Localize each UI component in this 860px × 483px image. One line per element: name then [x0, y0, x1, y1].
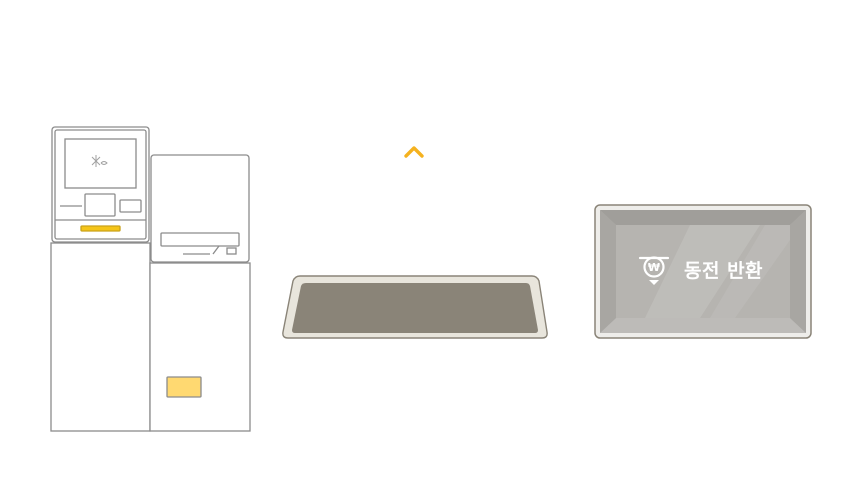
chevron-up-icon	[404, 146, 424, 158]
kiosk-printer-slot	[160, 232, 240, 247]
coin-return-label: 동전 반환	[684, 260, 763, 282]
kiosk-left-cabinet	[50, 242, 151, 432]
kiosk-screen	[64, 138, 137, 189]
kiosk-machine	[50, 126, 251, 432]
kiosk-receipt-slot	[119, 199, 142, 213]
kiosk-keypad	[84, 193, 116, 217]
coin-return-panel[interactable]: ₩ 동전 반환	[594, 204, 812, 339]
coin-tray	[282, 275, 548, 339]
kiosk-card-reader-highlight	[80, 225, 121, 232]
kiosk-right-cabinet	[149, 262, 251, 432]
kiosk-card-slot	[166, 376, 202, 398]
kiosk-illustration: ₩ 동전 반환	[0, 0, 860, 483]
svg-text:₩: ₩	[648, 261, 660, 274]
